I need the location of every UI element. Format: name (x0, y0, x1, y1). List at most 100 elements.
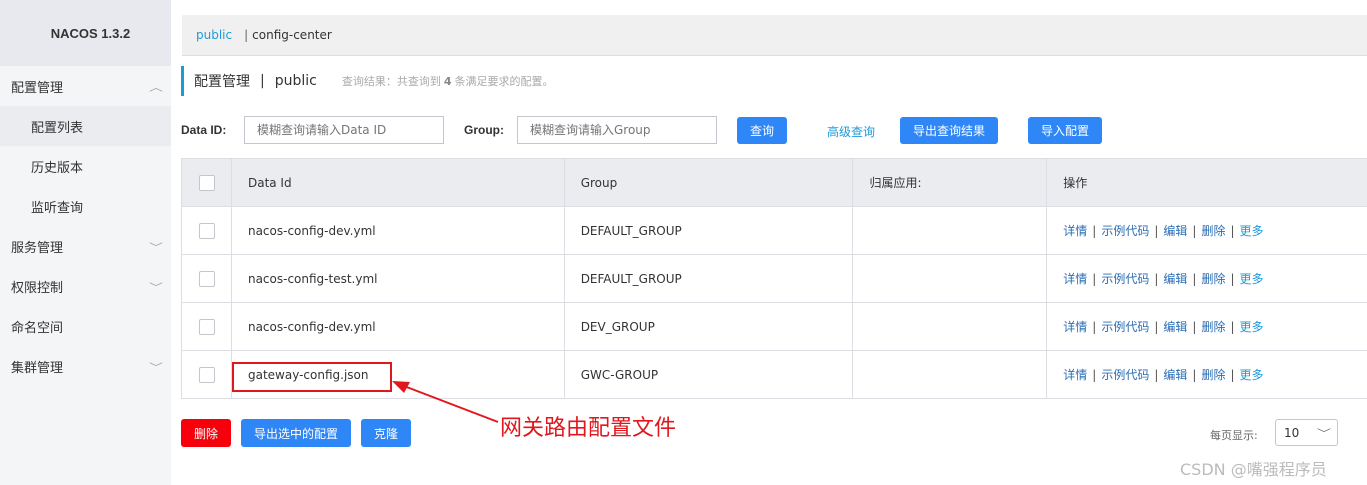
sidebar-item-config-management[interactable]: 配置管理 ︿ (0, 66, 171, 106)
app-cell (853, 255, 1048, 302)
app-logo: NACOS 1.3.2 (0, 0, 171, 66)
annotation-text: 网关路由配置文件 (500, 416, 677, 441)
operations-cell: 详情 | 示例代码 | 编辑 | 删除 | 更多 (1047, 351, 1367, 398)
breadcrumb-separator: | (244, 28, 249, 42)
page-size-value: 10 (1284, 425, 1300, 440)
sidebar-item-namespace[interactable]: 命名空间 (0, 306, 171, 346)
sidebar-item-label: 配置管理 (11, 80, 64, 96)
page-header: 配置管理 | public 查询结果：共查询到 4 条满足要求的配置。 (181, 66, 554, 96)
sidebar-item-service-management[interactable]: 服务管理 ﹀ (0, 226, 171, 266)
detail-link[interactable]: 详情 (1063, 366, 1087, 383)
row-checkbox[interactable] (199, 270, 215, 287)
sidebar-item-label: 配置列表 (31, 120, 84, 136)
op-separator: | (1230, 271, 1235, 286)
row-checkbox[interactable] (199, 318, 215, 335)
advanced-query-link[interactable]: 高级查询 (827, 123, 875, 140)
sidebar-item-access-control[interactable]: 权限控制 ﹀ (0, 266, 171, 306)
page-namespace: public (274, 73, 317, 89)
dataid-search-input[interactable] (244, 116, 444, 144)
operations-cell: 详情 | 示例代码 | 编辑 | 删除 | 更多 (1047, 255, 1367, 302)
more-link[interactable]: 更多 (1240, 366, 1264, 383)
sidebar-item-history[interactable]: 历史版本 (0, 146, 171, 186)
detail-link[interactable]: 详情 (1063, 222, 1087, 239)
sidebar-item-cluster-management[interactable]: 集群管理 ﹀ (0, 346, 171, 386)
op-separator: | (1154, 367, 1159, 382)
app-cell (853, 303, 1048, 350)
sample-code-link[interactable]: 示例代码 (1101, 222, 1149, 239)
detail-link[interactable]: 详情 (1063, 318, 1087, 335)
sidebar-item-label: 集群管理 (11, 360, 64, 376)
delete-link[interactable]: 删除 (1201, 270, 1225, 287)
row-checkbox[interactable] (199, 222, 215, 239)
more-link[interactable]: 更多 (1240, 270, 1264, 287)
table-row: nacos-config-test.yml DEFAULT_GROUP 详情 |… (182, 255, 1367, 303)
result-suffix: 条满足要求的配置。 (454, 75, 554, 88)
breadcrumb: public | config-center (182, 15, 1367, 56)
more-link[interactable]: 更多 (1240, 222, 1264, 239)
edit-link[interactable]: 编辑 (1163, 270, 1187, 287)
group-cell: DEV_GROUP (565, 303, 854, 350)
import-config-button[interactable]: 导入配置 (1028, 117, 1102, 144)
edit-link[interactable]: 编辑 (1163, 318, 1187, 335)
search-form: Data ID: Group: 查询 高级查询 导出查询结果 导入配置 (181, 116, 1361, 144)
sidebar-item-label: 服务管理 (11, 240, 64, 256)
chevron-down-icon: ﹀ (1317, 429, 1331, 440)
breadcrumb-namespace[interactable]: public (196, 28, 232, 42)
sidebar-item-config-list[interactable]: 配置列表 (0, 106, 171, 146)
delete-link[interactable]: 删除 (1201, 366, 1225, 383)
table-header-row: Data Id Group 归属应用: 操作 (182, 159, 1367, 207)
data-id-cell: nacos-config-test.yml (232, 255, 565, 302)
watermark: CSDN @嘴强程序员 (1180, 460, 1327, 479)
export-selected-button[interactable]: 导出选中的配置 (241, 419, 351, 447)
op-separator: | (1092, 223, 1097, 238)
table-row: nacos-config-dev.yml DEFAULT_GROUP 详情 | … (182, 207, 1367, 255)
page-size-select[interactable]: 10 ﹀ (1275, 419, 1338, 446)
sidebar-item-label: 命名空间 (11, 320, 64, 336)
op-separator: | (1192, 271, 1197, 286)
export-results-button[interactable]: 导出查询结果 (900, 117, 998, 144)
breadcrumb-current: config-center (252, 28, 332, 42)
app-cell (853, 207, 1048, 254)
data-id-cell: nacos-config-dev.yml (232, 207, 565, 254)
delete-button[interactable]: 删除 (181, 419, 231, 447)
query-button[interactable]: 查询 (737, 117, 787, 144)
op-separator: | (1092, 271, 1097, 286)
sidebar-item-listener-query[interactable]: 监听查询 (0, 186, 171, 226)
chevron-down-icon: ﹀ (149, 242, 163, 254)
delete-link[interactable]: 删除 (1201, 222, 1225, 239)
op-separator: | (1192, 223, 1197, 238)
clone-button[interactable]: 克隆 (361, 419, 411, 447)
op-separator: | (1230, 223, 1235, 238)
op-separator: | (1230, 367, 1235, 382)
op-separator: | (1154, 271, 1159, 286)
table-row: nacos-config-dev.yml DEV_GROUP 详情 | 示例代码… (182, 303, 1367, 351)
config-table: Data Id Group 归属应用: 操作 nacos-config-dev.… (181, 158, 1367, 399)
sample-code-link[interactable]: 示例代码 (1101, 366, 1149, 383)
dataid-label: Data ID: (181, 123, 227, 137)
sidebar-item-label: 权限控制 (11, 280, 64, 296)
chevron-down-icon: ﹀ (149, 362, 163, 374)
page-title: 配置管理 (194, 74, 250, 90)
chevron-up-icon: ︿ (149, 82, 163, 94)
select-all-checkbox[interactable] (199, 174, 215, 191)
page-size-label: 每页显示: (1210, 429, 1258, 442)
op-separator: | (1192, 319, 1197, 334)
row-checkbox[interactable] (199, 366, 215, 383)
sample-code-link[interactable]: 示例代码 (1101, 318, 1149, 335)
group-cell: DEFAULT_GROUP (565, 207, 854, 254)
delete-link[interactable]: 删除 (1201, 318, 1225, 335)
sidebar: NACOS 1.3.2 配置管理 ︿ 配置列表 历史版本 监听查询 服务管理 ﹀… (0, 0, 171, 485)
row-checkbox-cell (182, 303, 232, 350)
edit-link[interactable]: 编辑 (1163, 222, 1187, 239)
edit-link[interactable]: 编辑 (1163, 366, 1187, 383)
detail-link[interactable]: 详情 (1063, 270, 1087, 287)
more-link[interactable]: 更多 (1240, 318, 1264, 335)
row-checkbox-cell (182, 255, 232, 302)
op-separator: | (1230, 319, 1235, 334)
group-label: Group: (464, 123, 504, 137)
group-search-input[interactable] (517, 116, 717, 144)
sample-code-link[interactable]: 示例代码 (1101, 270, 1149, 287)
title-accent-bar (181, 66, 184, 96)
title-separator: | (260, 73, 265, 89)
op-separator: | (1092, 367, 1097, 382)
